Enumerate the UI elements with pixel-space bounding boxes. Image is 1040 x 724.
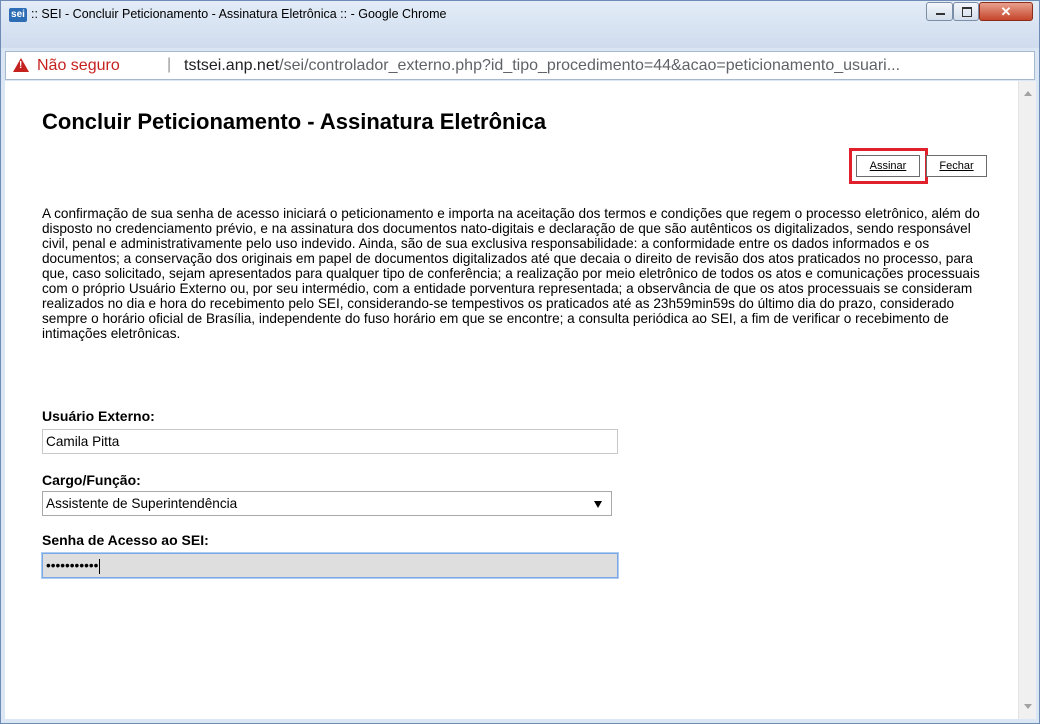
browser-window: sei :: SEI - Concluir Peticionamento - A… bbox=[0, 0, 1040, 724]
window-title: :: SEI - Concluir Peticionamento - Assin… bbox=[31, 7, 447, 21]
vertical-scrollbar[interactable] bbox=[1018, 81, 1036, 719]
page-content: Concluir Peticionamento - Assinatura Ele… bbox=[5, 81, 1018, 719]
title-bar: sei :: SEI - Concluir Peticionamento - A… bbox=[1, 1, 1039, 48]
password-field[interactable]: ••••••••••• bbox=[42, 553, 618, 578]
url-path: /sei/controlador_externo.php?id_tipo_pro… bbox=[279, 57, 901, 74]
close-icon: ✕ bbox=[1000, 4, 1012, 19]
maximize-button[interactable] bbox=[953, 2, 979, 21]
dropdown-arrow-icon bbox=[594, 501, 602, 508]
warning-icon: ! bbox=[13, 58, 29, 72]
terms-paragraph: A confirmação de sua senha de acesso ini… bbox=[42, 206, 980, 341]
close-window-button[interactable]: ✕ bbox=[979, 2, 1033, 21]
address-separator: | bbox=[167, 56, 172, 73]
role-select[interactable]: Assistente de Superintendência bbox=[42, 491, 612, 516]
role-select-value: Assistente de Superintendência bbox=[46, 496, 238, 511]
user-label: Usuário Externo: bbox=[42, 408, 155, 424]
close-button[interactable]: Fechar bbox=[926, 155, 987, 177]
page-title: Concluir Peticionamento - Assinatura Ele… bbox=[42, 109, 547, 134]
minimize-button[interactable] bbox=[926, 2, 953, 21]
sign-button[interactable]: Assinar bbox=[856, 155, 920, 177]
maximize-icon bbox=[962, 7, 972, 17]
scroll-down-icon[interactable] bbox=[1024, 704, 1032, 709]
user-field[interactable]: Camila Pitta bbox=[42, 429, 618, 454]
address-bar[interactable]: ! Não seguro | tstsei.anp.net/sei/contro… bbox=[5, 51, 1035, 80]
minimize-icon bbox=[936, 13, 945, 15]
role-label: Cargo/Função: bbox=[42, 472, 141, 488]
security-label[interactable]: Não seguro bbox=[37, 57, 120, 75]
scroll-up-icon[interactable] bbox=[1024, 91, 1032, 96]
text-caret bbox=[99, 558, 101, 574]
sei-logo-icon: sei bbox=[9, 8, 27, 22]
password-value: ••••••••••• bbox=[46, 558, 99, 573]
url-host: tstsei.anp.net bbox=[184, 57, 280, 74]
url-text[interactable]: tstsei.anp.net/sei/controlador_externo.p… bbox=[184, 57, 900, 75]
password-label: Senha de Acesso ao SEI: bbox=[42, 532, 209, 548]
